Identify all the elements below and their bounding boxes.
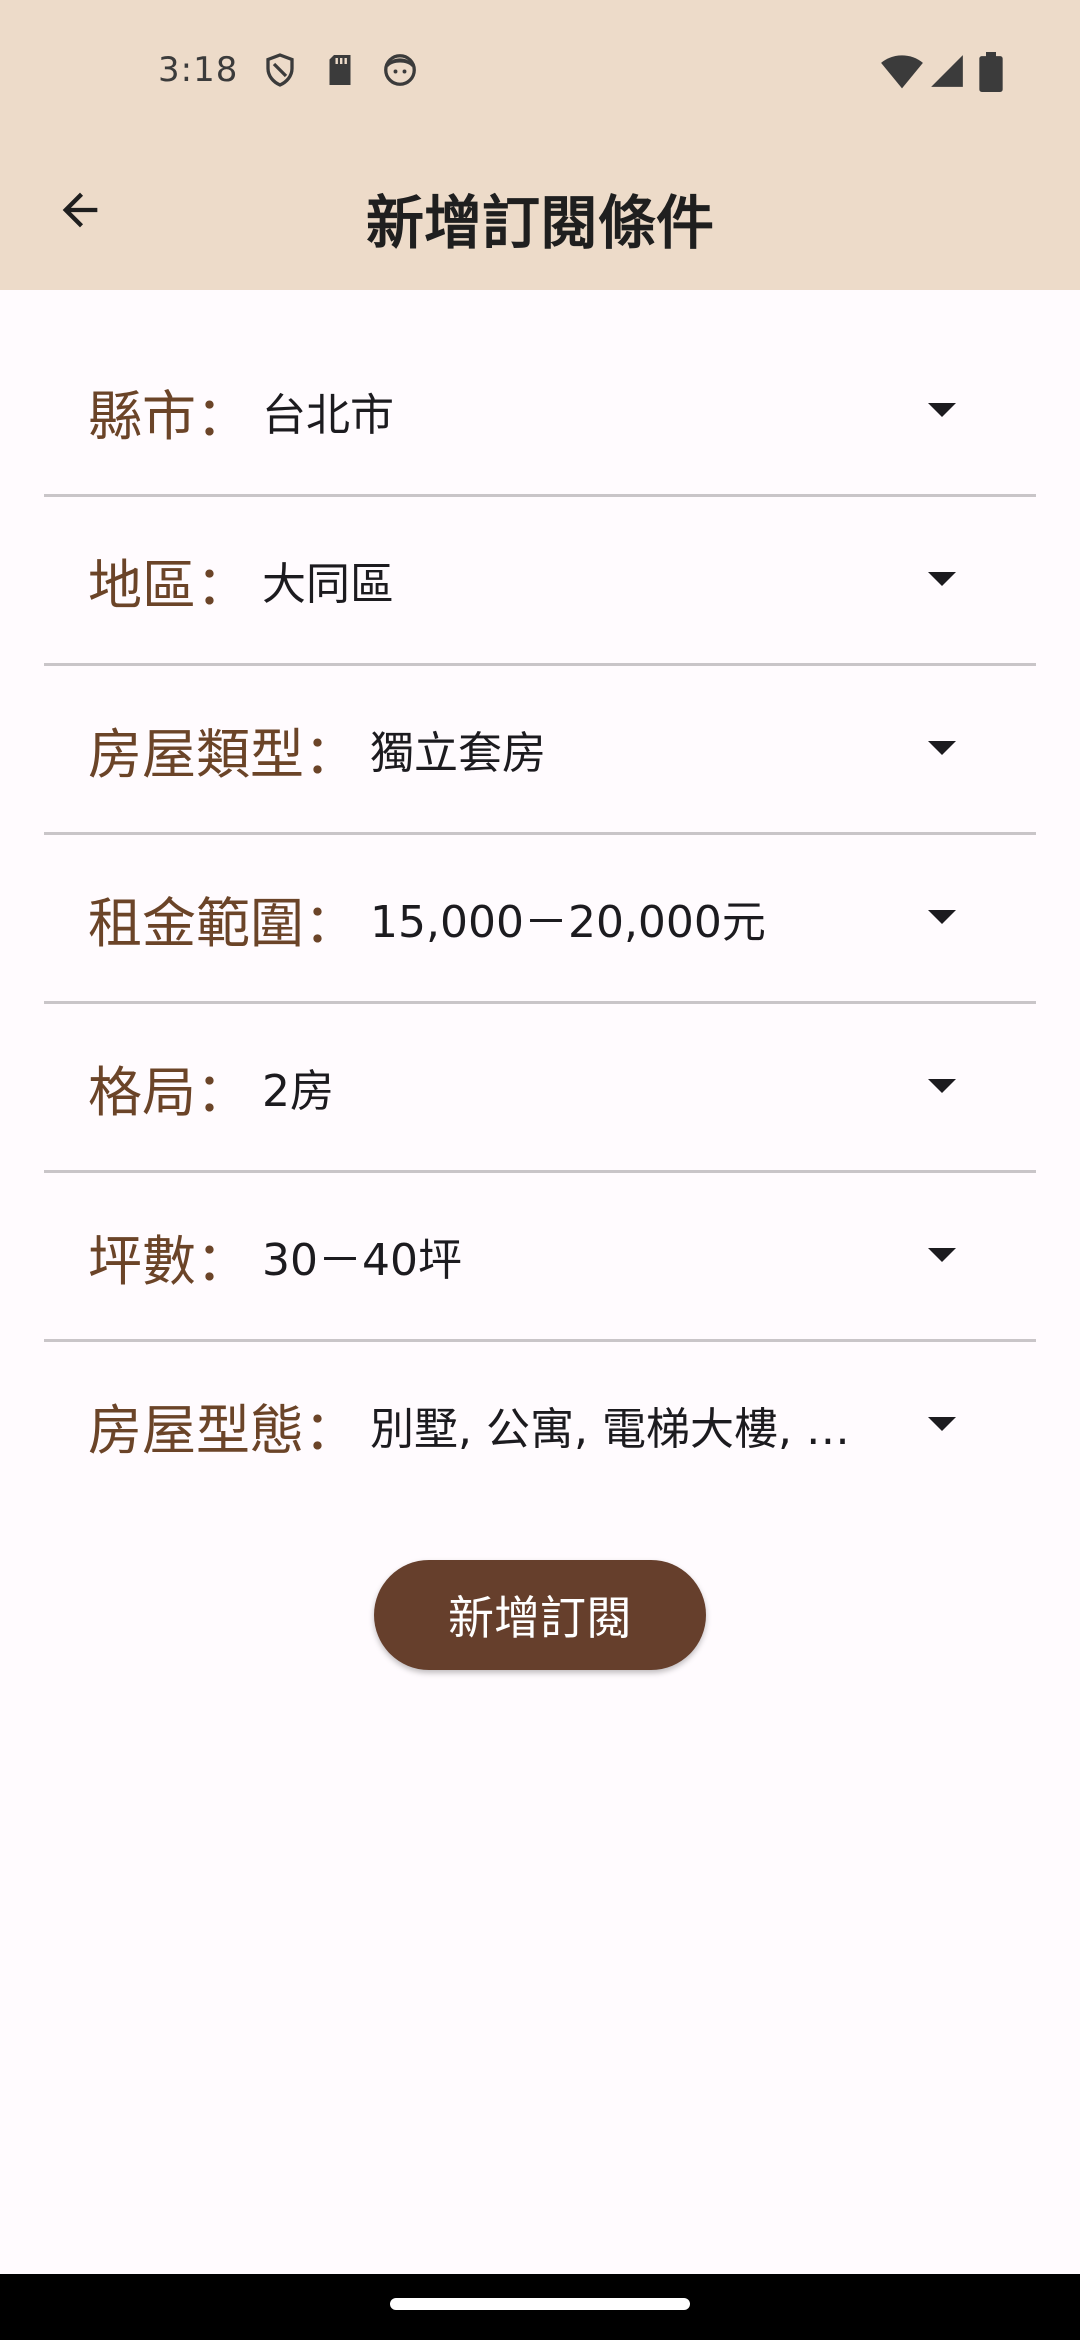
home-indicator[interactable] bbox=[390, 2298, 690, 2310]
dropdown-district[interactable]: 地區： 大同區 bbox=[44, 497, 1036, 666]
field-label: 房屋類型： bbox=[88, 722, 358, 786]
dropdown-city[interactable]: 縣市： 台北市 bbox=[44, 328, 1036, 497]
dropdown-building-type[interactable]: 房屋型態： 別墅, 公寓, 電梯大樓, … bbox=[44, 1342, 1036, 1508]
battery-icon bbox=[979, 52, 1003, 92]
top-bar: 3:18 新增訂閱條件 bbox=[0, 0, 1080, 290]
field-value: 2房 bbox=[262, 1066, 334, 1117]
subscription-form: 縣市： 台北市 地區： 大同區 房屋類型： 獨立套房 租金範圍： 15,000－… bbox=[44, 328, 1036, 1508]
app-bar: 新增訂閱條件 bbox=[0, 140, 1080, 290]
field-value: 15,000－20,000元 bbox=[370, 897, 766, 948]
dropdown-arrow-icon bbox=[928, 1417, 956, 1431]
dropdown-arrow-icon bbox=[928, 1079, 956, 1093]
status-time: 3:18 bbox=[158, 50, 239, 90]
screen: 3:18 新增訂閱條件 縣市： 台北市 地區： 大同區 房屋類型： 獨立套房 租… bbox=[0, 0, 1080, 2340]
dropdown-arrow-icon bbox=[928, 910, 956, 924]
dropdown-area-size[interactable]: 坪數： 30－40坪 bbox=[44, 1173, 1036, 1342]
dropdown-arrow-icon bbox=[928, 572, 956, 586]
dropdown-rent-range[interactable]: 租金範圍： 15,000－20,000元 bbox=[44, 835, 1036, 1004]
field-value: 30－40坪 bbox=[262, 1235, 462, 1286]
sd-card-icon bbox=[329, 55, 351, 85]
page-title: 新增訂閱條件 bbox=[365, 189, 714, 257]
dropdown-arrow-icon bbox=[928, 403, 956, 417]
dropdown-arrow-icon bbox=[928, 741, 956, 755]
field-value: 別墅, 公寓, 電梯大樓, … bbox=[370, 1404, 850, 1455]
field-value: 台北市 bbox=[262, 390, 394, 441]
field-label: 租金範圍： bbox=[88, 891, 358, 955]
dropdown-house-category[interactable]: 房屋類型： 獨立套房 bbox=[44, 666, 1036, 835]
field-label: 縣市： bbox=[88, 384, 250, 448]
field-value: 獨立套房 bbox=[370, 728, 546, 779]
field-value: 大同區 bbox=[262, 559, 394, 610]
system-nav-bar bbox=[0, 2274, 1080, 2340]
add-subscription-button[interactable]: 新增訂閱 bbox=[374, 1560, 706, 1670]
signal-icon bbox=[931, 55, 963, 87]
dropdown-layout[interactable]: 格局： 2房 bbox=[44, 1004, 1036, 1173]
shield-icon bbox=[266, 53, 294, 87]
field-label: 地區： bbox=[88, 553, 250, 617]
field-label: 格局： bbox=[88, 1060, 250, 1124]
face-icon bbox=[384, 54, 416, 86]
field-label: 坪數： bbox=[88, 1229, 250, 1293]
field-label: 房屋型態： bbox=[88, 1398, 358, 1462]
dropdown-arrow-icon bbox=[928, 1248, 956, 1262]
wifi-icon bbox=[881, 55, 923, 89]
status-bar: 3:18 bbox=[0, 0, 1080, 140]
